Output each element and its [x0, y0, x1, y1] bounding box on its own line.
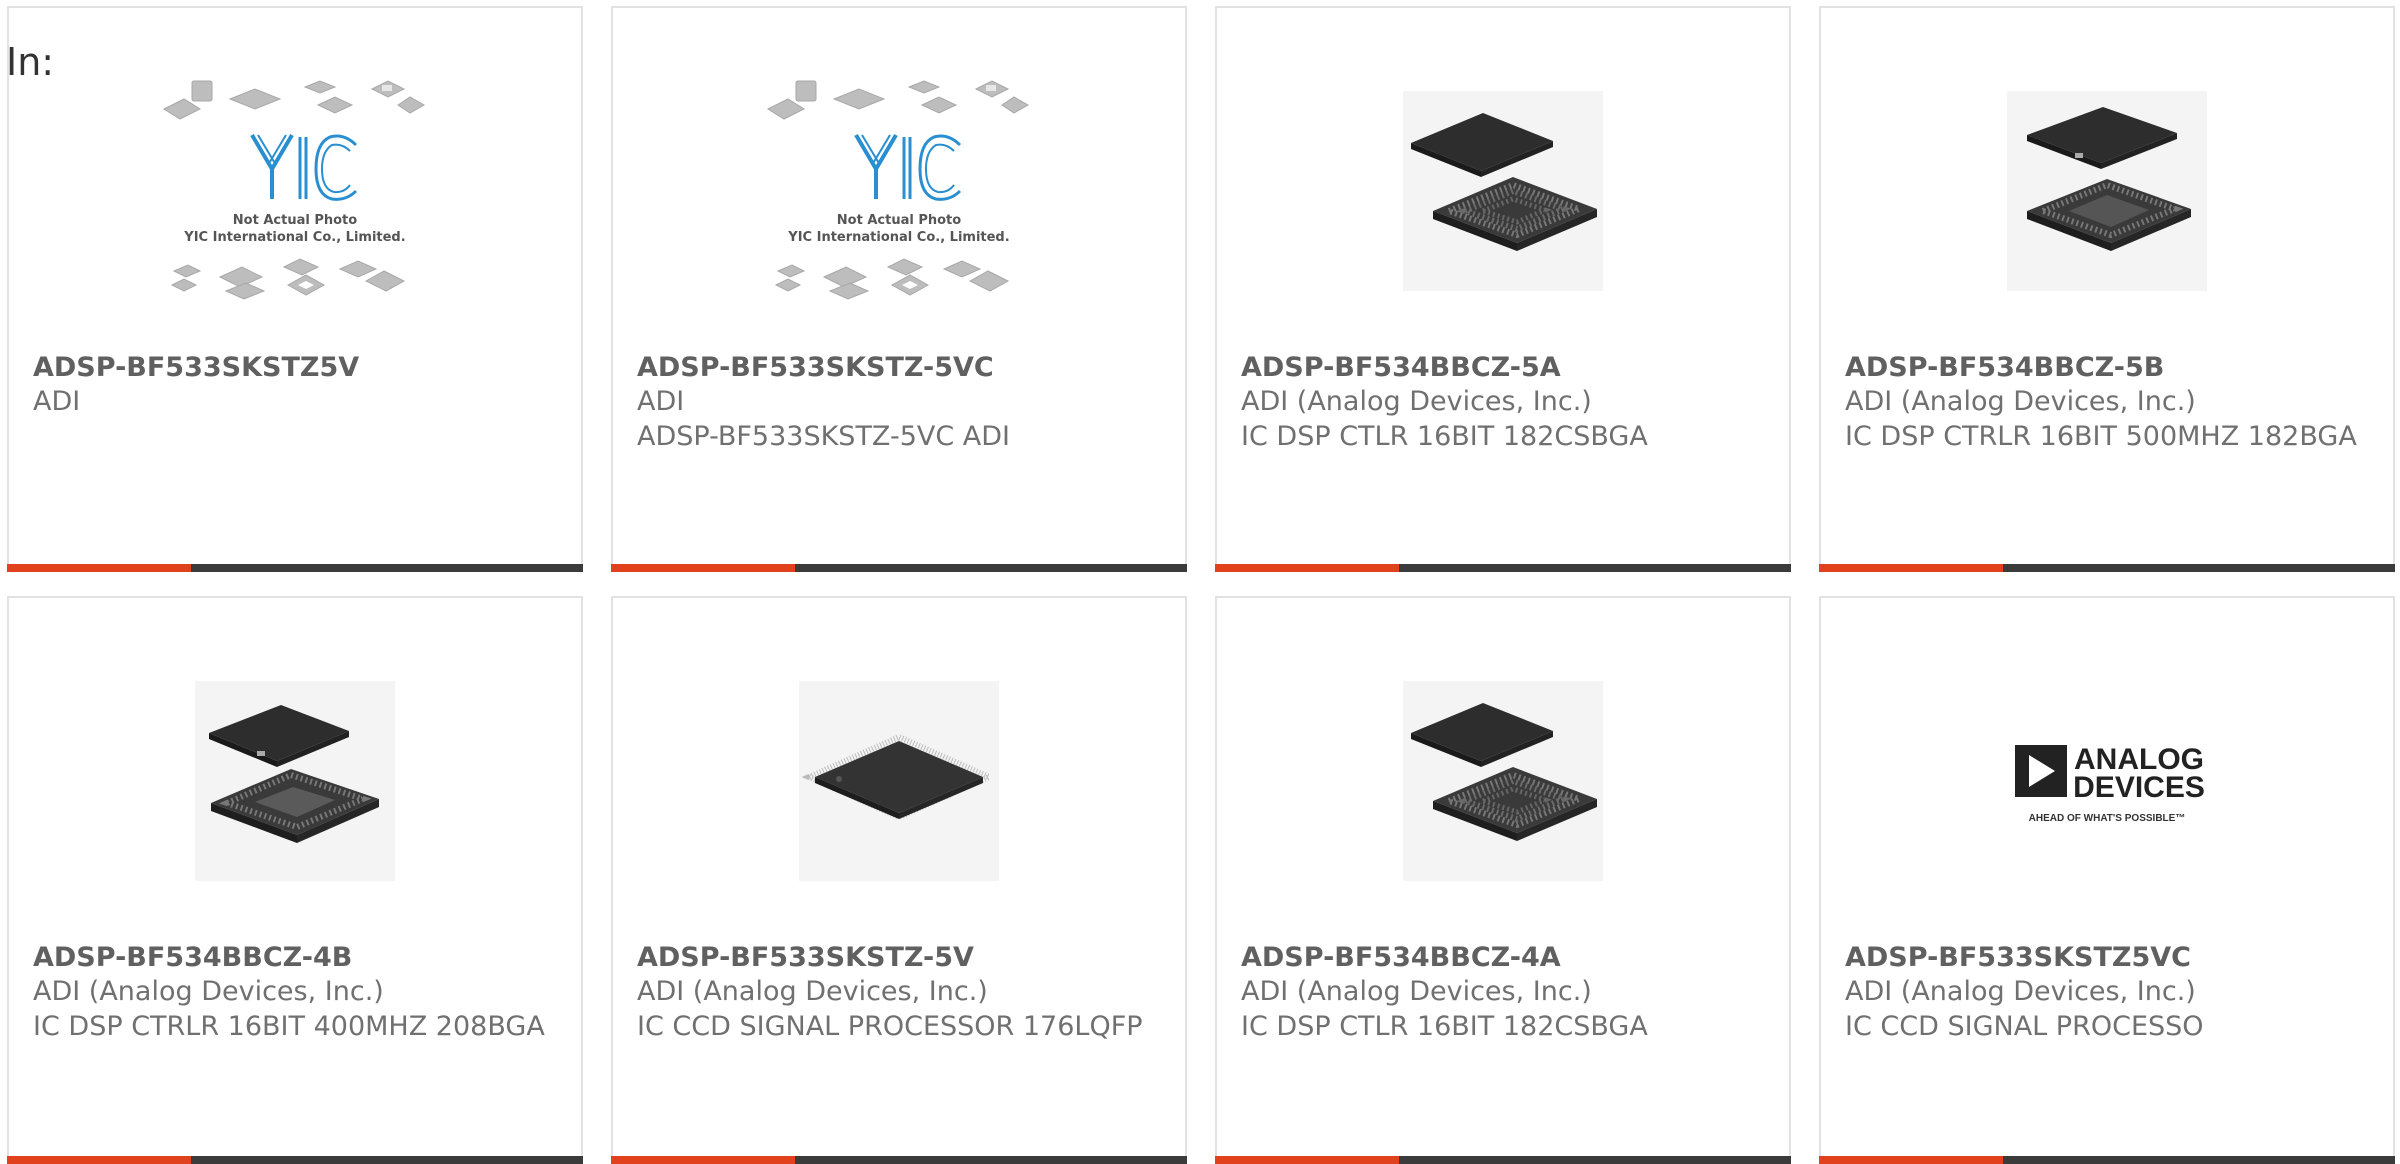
placeholder-line2: YIC International Co., Limited.	[183, 230, 405, 245]
part-number-link[interactable]: ADSP-BF534BBCZ-5A	[1241, 352, 1561, 383]
logo-line2: DEVICES	[2073, 771, 2205, 804]
card-bar-accent	[611, 1156, 795, 1164]
part-number-link[interactable]: ADSP-BF534BBCZ-4A	[1241, 942, 1561, 973]
description: IC DSP CTRLR 16BIT 500MHZ 182BGA	[1845, 421, 2357, 452]
part-number-link[interactable]: ADSP-BF533SKSTZ5VC	[1845, 942, 2191, 973]
placeholder-line1: Not Actual Photo	[233, 213, 357, 228]
description: IC CCD SIGNAL PROCESSO	[1845, 1011, 2204, 1042]
card-bar-accent	[1819, 1156, 2003, 1164]
product-card[interactable]: ADSP-BF534BBCZ-4A ADI (Analog Devices, I…	[1215, 596, 1791, 1164]
product-card[interactable]: Not Actual Photo YIC International Co., …	[7, 6, 583, 572]
description: IC CCD SIGNAL PROCESSOR 176LQFP	[637, 1011, 1143, 1042]
product-image-bga[interactable]	[9, 670, 581, 892]
analog-devices-logo[interactable]: ANALOG DEVICES AHEAD OF WHAT'S POSSIBLE™	[1821, 670, 2393, 892]
manufacturer: ADI	[637, 386, 685, 417]
manufacturer: ADI (Analog Devices, Inc.)	[637, 976, 988, 1007]
card-bar	[1215, 564, 1791, 572]
product-image-placeholder[interactable]: Not Actual Photo YIC International Co., …	[9, 80, 581, 302]
logo-tagline: AHEAD OF WHAT'S POSSIBLE™	[2029, 813, 2186, 824]
card-bar	[611, 564, 1187, 572]
card-bar	[7, 564, 583, 572]
product-image-placeholder[interactable]: Not Actual Photo YIC International Co., …	[613, 80, 1185, 302]
manufacturer: ADI (Analog Devices, Inc.)	[1241, 976, 1592, 1007]
description: ADSP-BF533SKSTZ-5VC ADI	[637, 421, 1011, 452]
card-bar	[611, 1156, 1187, 1164]
card-bar-accent	[7, 1156, 191, 1164]
manufacturer: ADI	[33, 386, 81, 417]
product-image-bga[interactable]	[1217, 80, 1789, 302]
card-bar	[1819, 1156, 2395, 1164]
product-card[interactable]: ANALOG DEVICES AHEAD OF WHAT'S POSSIBLE™…	[1819, 596, 2395, 1164]
part-number-link[interactable]: ADSP-BF534BBCZ-4B	[33, 942, 352, 973]
description: IC DSP CTLR 16BIT 182CSBGA	[1241, 1011, 1648, 1042]
product-card[interactable]: ADSP-BF534BBCZ-5A ADI (Analog Devices, I…	[1215, 6, 1791, 572]
part-number-link[interactable]: ADSP-BF533SKSTZ5V	[33, 352, 359, 383]
part-number-link[interactable]: ADSP-BF533SKSTZ-5VC	[637, 352, 994, 383]
card-bar	[1215, 1156, 1791, 1164]
description: IC DSP CTRLR 16BIT 400MHZ 208BGA	[33, 1011, 545, 1042]
placeholder-line1: Not Actual Photo	[837, 213, 961, 228]
card-bar-accent	[1215, 564, 1399, 572]
card-bar-accent	[611, 564, 795, 572]
part-number-link[interactable]: ADSP-BF534BBCZ-5B	[1845, 352, 2164, 383]
card-bar	[7, 1156, 583, 1164]
card-bar-accent	[1819, 564, 2003, 572]
product-card[interactable]: Not Actual Photo YIC International Co., …	[611, 6, 1187, 572]
part-number-link[interactable]: ADSP-BF533SKSTZ-5V	[637, 942, 974, 973]
card-bar	[1819, 564, 2395, 572]
product-card[interactable]: ADSP-BF533SKSTZ-5V ADI (Analog Devices, …	[611, 596, 1187, 1164]
product-card[interactable]: ADSP-BF534BBCZ-5B ADI (Analog Devices, I…	[1819, 6, 2395, 572]
page-label: In:	[6, 40, 55, 84]
product-image-bga[interactable]	[1217, 670, 1789, 892]
card-bar-accent	[7, 564, 191, 572]
manufacturer: ADI (Analog Devices, Inc.)	[1845, 386, 2196, 417]
manufacturer: ADI (Analog Devices, Inc.)	[1241, 386, 1592, 417]
product-grid: Not Actual Photo YIC International Co., …	[0, 0, 2400, 1164]
product-image-bga[interactable]	[1821, 80, 2393, 302]
manufacturer: ADI (Analog Devices, Inc.)	[1845, 976, 2196, 1007]
description: IC DSP CTLR 16BIT 182CSBGA	[1241, 421, 1648, 452]
product-image-lqfp[interactable]	[613, 670, 1185, 892]
placeholder-line2: YIC International Co., Limited.	[787, 230, 1009, 245]
manufacturer: ADI (Analog Devices, Inc.)	[33, 976, 384, 1007]
card-bar-accent	[1215, 1156, 1399, 1164]
product-card[interactable]: ADSP-BF534BBCZ-4B ADI (Analog Devices, I…	[7, 596, 583, 1164]
